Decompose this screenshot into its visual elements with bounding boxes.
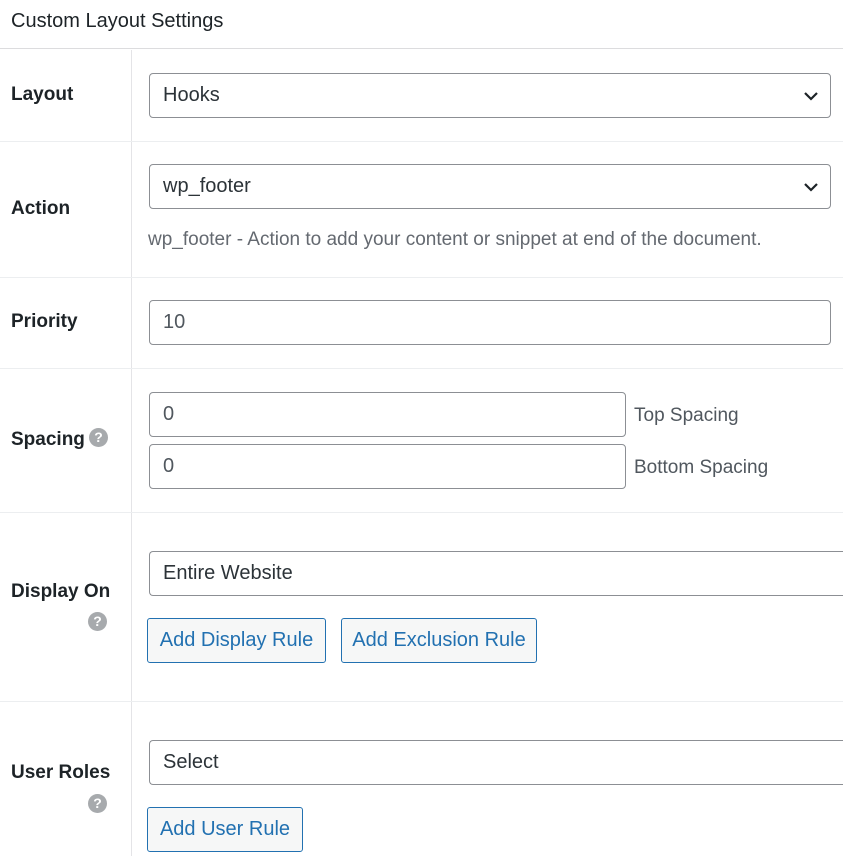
display-on-select[interactable]: Entire Website (149, 551, 843, 596)
layout-select[interactable]: Hooks (149, 73, 831, 118)
column-divider (131, 50, 132, 856)
bottom-spacing-value: 0 (163, 455, 175, 477)
user-roles-select[interactable]: Select (149, 740, 843, 785)
bottom-spacing-label: Bottom Spacing (634, 457, 769, 478)
layout-label: Layout (11, 84, 74, 105)
action-select[interactable]: wp_footer (149, 164, 831, 209)
row-separator (0, 512, 843, 513)
user-roles-value: Select (163, 751, 219, 773)
add-exclusion-rule-button[interactable]: Add Exclusion Rule (341, 618, 537, 663)
top-spacing-value: 0 (163, 403, 175, 425)
action-select-value: wp_footer (163, 175, 251, 197)
row-separator (0, 277, 843, 278)
help-icon[interactable]: ? (88, 612, 107, 631)
priority-input-value: 10 (163, 311, 186, 333)
layout-select-value: Hooks (163, 84, 220, 106)
chevron-down-icon (804, 183, 818, 192)
top-spacing-label: Top Spacing (634, 405, 739, 426)
help-icon[interactable]: ? (89, 428, 108, 447)
priority-input[interactable]: 10 (149, 300, 831, 345)
display-on-value: Entire Website (163, 562, 293, 584)
spacing-label: Spacing (11, 429, 85, 450)
action-description: wp_footer - Action to add your content o… (148, 229, 762, 250)
help-icon[interactable]: ? (88, 794, 107, 813)
panel-header: Custom Layout Settings (0, 0, 843, 49)
display-on-label: Display On (11, 581, 111, 602)
row-separator (0, 701, 843, 702)
chevron-down-icon (804, 92, 818, 101)
bottom-spacing-input[interactable]: 0 (149, 444, 626, 489)
add-display-rule-button[interactable]: Add Display Rule (147, 618, 326, 663)
action-label: Action (11, 198, 71, 219)
priority-label: Priority (11, 311, 78, 332)
row-separator (0, 141, 843, 142)
add-user-rule-button[interactable]: Add User Rule (147, 807, 303, 852)
row-separator (0, 368, 843, 369)
panel-title: Custom Layout Settings (11, 10, 224, 32)
user-roles-label: User Roles (11, 762, 111, 783)
top-spacing-input[interactable]: 0 (149, 392, 626, 437)
